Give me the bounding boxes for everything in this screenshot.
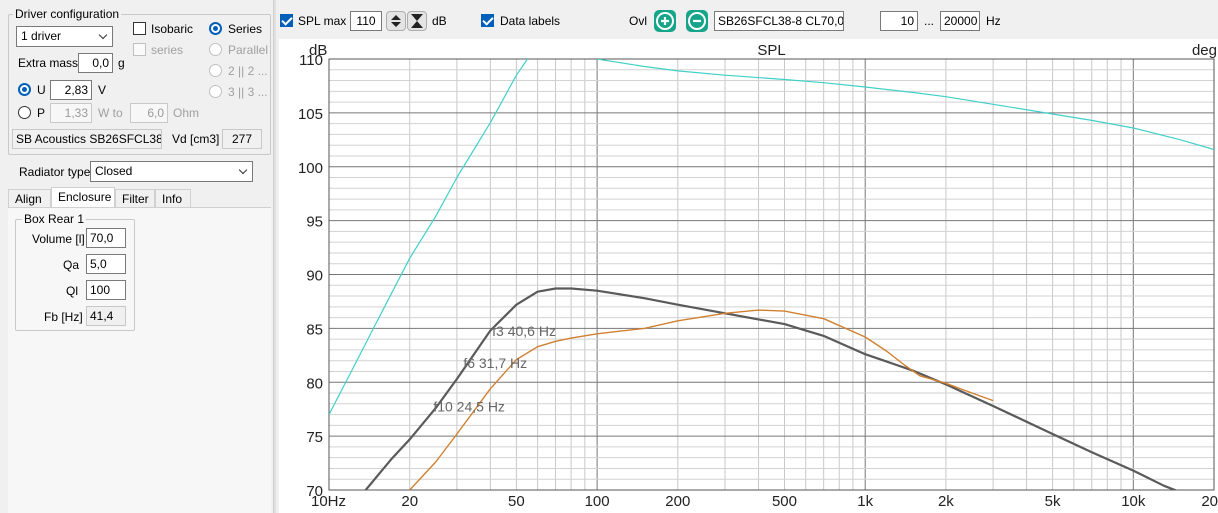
- spl-max-checkbox[interactable]: [280, 14, 293, 27]
- qa-label: Qa: [63, 258, 80, 272]
- y-tick-label: 105: [298, 106, 323, 123]
- spin-hourglass-button[interactable]: [407, 11, 427, 31]
- x-tick-label: 10Hz: [311, 493, 346, 510]
- tab-strip: Align Enclosure Filter Info: [8, 187, 271, 208]
- power-radio-label: P: [37, 106, 46, 120]
- box-rear-title: Box Rear 1: [22, 212, 87, 226]
- series-line-0: [364, 287, 1178, 490]
- radiator-type-label: Radiator type: [19, 165, 91, 179]
- power-input[interactable]: 1,33: [50, 103, 92, 123]
- ohm-input[interactable]: 6,0: [130, 103, 168, 123]
- x-tick-label: 100: [585, 493, 610, 510]
- ovl-label: Ovl: [629, 14, 647, 28]
- y-tick-label: 100: [298, 160, 323, 177]
- vd-label: Vd [cm3]: [172, 132, 220, 146]
- ql-label: Ql: [66, 284, 78, 298]
- driver-count-select[interactable]: 1 driver: [16, 26, 113, 47]
- power-radio[interactable]: [18, 106, 31, 119]
- combo1-radio[interactable]: [209, 64, 222, 77]
- y-tick-label: 95: [306, 214, 323, 231]
- ql-input[interactable]: 100: [86, 280, 126, 300]
- vd-value: 277: [222, 129, 262, 149]
- extra-mass-input[interactable]: 0,0: [78, 53, 113, 73]
- y-tick-label: 85: [306, 321, 323, 338]
- driver-name-field[interactable]: SB Acoustics SB26SFCL38-8: [12, 129, 162, 149]
- series-sub-checkbox[interactable]: [133, 43, 146, 56]
- y-tick-label: 75: [306, 429, 323, 446]
- voltage-unit: V: [98, 83, 107, 97]
- x-tick-label: 20: [1201, 493, 1218, 510]
- spl-max-input[interactable]: 110: [350, 11, 382, 31]
- add-overlay-button[interactable]: [654, 10, 676, 32]
- series-sub-label: series: [151, 43, 184, 57]
- combo2-radio[interactable]: [209, 85, 222, 98]
- tab-align[interactable]: Align: [8, 189, 51, 208]
- voltage-input[interactable]: 2,83: [50, 80, 92, 100]
- y-axis-label: dB: [309, 42, 327, 59]
- panel-divider[interactable]: [273, 0, 276, 513]
- x-tick-label: 20: [401, 493, 418, 510]
- y2-axis-label: deg: [1192, 42, 1217, 59]
- driver-config-title: Driver configuration: [13, 7, 122, 21]
- w-to-label: W to: [98, 106, 123, 120]
- data-label: f3 40,6 Hz: [492, 323, 556, 339]
- tab-filter[interactable]: Filter: [115, 189, 155, 208]
- minus-icon: [688, 12, 706, 30]
- x-tick-label: 200: [665, 493, 690, 510]
- extra-mass-label: Extra mass: [18, 56, 79, 70]
- chart-area[interactable]: 70 75 80 85 90 95 100 105 110 10Hz 20 50 100 200 500 1k…: [279, 39, 1218, 513]
- overlay-name-input[interactable]: SB26SFCL38-8 CL70,0: [714, 11, 844, 31]
- parallel-radio-label: Parallel: [228, 43, 269, 57]
- radiator-type-select[interactable]: Closed: [90, 161, 253, 182]
- series-radio-label: Series: [228, 22, 263, 36]
- combo2-radio-label: 3 || 3 ...: [228, 85, 268, 99]
- volume-label: Volume [l]: [32, 232, 85, 246]
- chart-title: SPL: [757, 42, 785, 59]
- spl-chart: 70758085909510010511010Hz 20 50 100 200 500 1k…: [298, 42, 1218, 510]
- data-label: f10 24,5 Hz: [433, 398, 505, 414]
- tab-info[interactable]: Info: [155, 189, 191, 208]
- freq-range-ellipsis: ...: [924, 14, 935, 28]
- parallel-radio[interactable]: [209, 43, 222, 56]
- ohm-unit: Ohm: [173, 106, 200, 120]
- plus-icon: [656, 12, 674, 30]
- freq-to-input[interactable]: 20000: [940, 11, 980, 31]
- qa-input[interactable]: 5,0: [86, 254, 126, 274]
- chevron-down-icon: [238, 165, 248, 175]
- data-label: f6 31,7 Hz: [463, 355, 527, 371]
- x-tick-label: 50: [508, 493, 525, 510]
- isobaric-checkbox[interactable]: [133, 22, 146, 35]
- y-tick-label: 80: [306, 375, 323, 392]
- chevron-down-icon: [98, 30, 108, 40]
- tab-enclosure[interactable]: Enclosure: [51, 187, 115, 208]
- radiator-type-value: Closed: [95, 164, 133, 178]
- spin-updown-button[interactable]: [386, 11, 406, 31]
- hourglass-arrows-icon: [411, 14, 423, 28]
- x-tick-label: 500: [772, 493, 797, 510]
- spl-max-label: SPL max: [298, 14, 347, 28]
- combo1-radio-label: 2 || 2 ...: [228, 64, 268, 78]
- fb-value: 41,4: [86, 306, 126, 326]
- up-down-arrows-icon: [391, 15, 401, 27]
- voltage-radio-label: U: [37, 83, 46, 97]
- isobaric-label: Isobaric: [151, 22, 194, 36]
- extra-mass-unit: g: [118, 56, 125, 70]
- x-tick-label: 5k: [1045, 493, 1061, 510]
- remove-overlay-button[interactable]: [686, 10, 708, 32]
- data-labels-label: Data labels: [500, 14, 561, 28]
- y-tick-label: 90: [306, 268, 323, 285]
- fb-label: Fb [Hz]: [44, 310, 83, 324]
- data-labels-checkbox[interactable]: [481, 14, 494, 27]
- voltage-radio[interactable]: [18, 83, 31, 96]
- spl-max-unit: dB: [432, 14, 447, 28]
- series-radio[interactable]: [209, 22, 222, 35]
- freq-unit: Hz: [986, 14, 1001, 28]
- x-tick-label: 1k: [857, 493, 873, 510]
- x-tick-label: 10k: [1121, 493, 1146, 510]
- freq-from-input[interactable]: 10: [880, 11, 918, 31]
- x-tick-label: 2k: [938, 493, 954, 510]
- volume-input[interactable]: 70,0: [86, 228, 126, 248]
- driver-count-value: 1 driver: [21, 29, 62, 43]
